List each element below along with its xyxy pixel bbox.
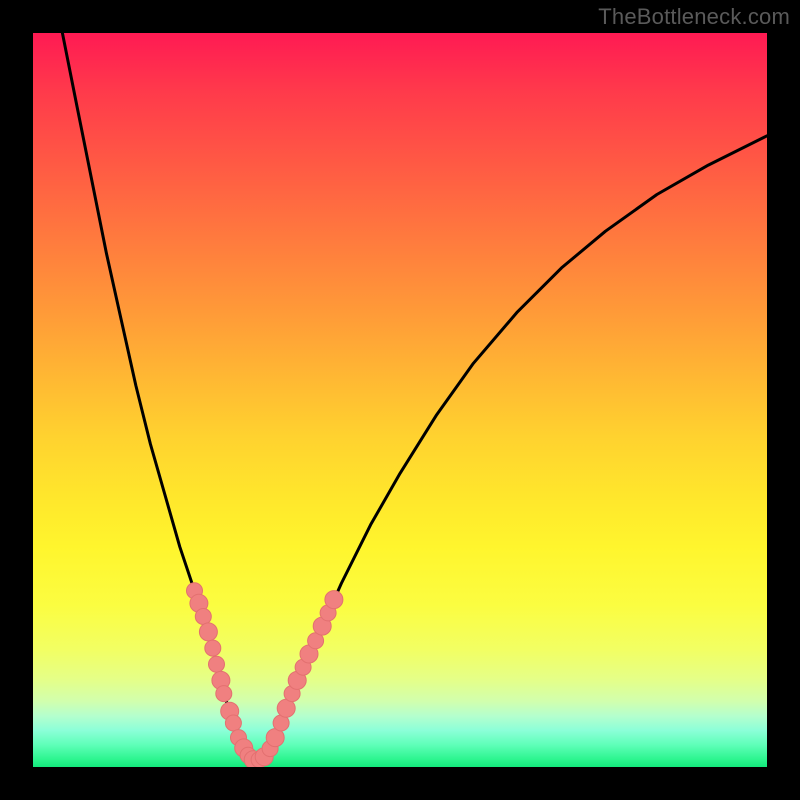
data-marker bbox=[195, 609, 211, 625]
data-marker bbox=[325, 591, 343, 609]
data-marker bbox=[225, 715, 241, 731]
curve-path bbox=[62, 33, 767, 760]
chart-frame: TheBottleneck.com bbox=[0, 0, 800, 800]
plot-area bbox=[33, 33, 767, 767]
data-marker bbox=[205, 640, 221, 656]
bottleneck-curve bbox=[62, 33, 767, 760]
data-marker bbox=[199, 623, 217, 641]
chart-svg bbox=[33, 33, 767, 767]
data-marker bbox=[216, 686, 232, 702]
watermark-text: TheBottleneck.com bbox=[598, 4, 790, 30]
data-marker bbox=[209, 656, 225, 672]
marker-group bbox=[187, 583, 343, 767]
